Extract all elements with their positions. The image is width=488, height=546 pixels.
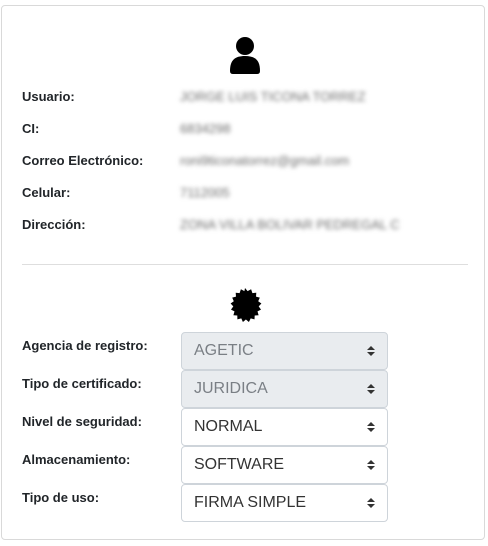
- user-field-usuario: Usuario: JORGE LUIS TICONA TORREZ: [22, 86, 366, 106]
- almacenamiento-select[interactable]: SOFTWARE: [181, 446, 388, 484]
- user-field-value: 7112005: [180, 184, 230, 200]
- nivel-seguridad-select[interactable]: NORMAL: [181, 408, 388, 446]
- select-value: AGETIC: [194, 342, 254, 359]
- user-certificate-card: Usuario: JORGE LUIS TICONA TORREZ CI: 68…: [1, 5, 485, 540]
- select-arrows-icon: [367, 384, 375, 394]
- certificate-icon-container: [2, 287, 488, 323]
- user-field-email: Correo Electrónico: roni9ticonatorrez@gm…: [22, 150, 349, 170]
- user-field-label: CI:: [22, 120, 40, 136]
- form-label: Tipo de uso:: [22, 490, 100, 505]
- form-label: Tipo de certificado:: [22, 376, 142, 391]
- form-label: Agencia de registro:: [22, 338, 148, 353]
- user-field-value: JORGE LUIS TICONA TORREZ: [180, 88, 366, 104]
- user-field-label: Dirección:: [22, 216, 86, 232]
- user-field-direccion: Dirección: ZONA VILLA BOLIVAR PEDREGAL C: [22, 214, 400, 234]
- user-field-label: Celular:: [22, 184, 71, 200]
- select-value: JURIDICA: [194, 380, 268, 397]
- select-value: NORMAL: [194, 418, 263, 435]
- form-row-tipo-certificado: Tipo de certificado: JURIDICA: [22, 370, 388, 408]
- form-row-almacenamiento: Almacenamiento: SOFTWARE: [22, 446, 388, 484]
- user-icon: [230, 37, 260, 74]
- agencia-select: AGETIC: [181, 332, 388, 370]
- form-label: Almacenamiento:: [22, 452, 131, 467]
- form-label: Nivel de seguridad:: [22, 414, 142, 429]
- select-arrows-icon: [367, 460, 375, 470]
- form-row-nivel-seguridad: Nivel de seguridad: NORMAL: [22, 408, 388, 446]
- user-field-value: roni9ticonatorrez@gmail.com: [180, 152, 350, 168]
- select-arrows-icon: [367, 498, 375, 508]
- select-value: SOFTWARE: [194, 456, 285, 473]
- user-field-value: 6834298: [180, 120, 231, 136]
- user-field-label: Correo Electrónico:: [22, 152, 144, 168]
- form-row-tipo-uso: Tipo de uso: FIRMA SIMPLE: [22, 484, 388, 522]
- section-divider: [22, 264, 468, 265]
- user-field-label: Usuario:: [22, 88, 75, 104]
- select-value: FIRMA SIMPLE: [194, 494, 307, 511]
- certificate-seal-icon: [230, 288, 262, 322]
- user-icon-container: [2, 36, 488, 74]
- user-field-value: ZONA VILLA BOLIVAR PEDREGAL C: [180, 216, 400, 232]
- select-arrows-icon: [367, 346, 375, 356]
- form-row-agencia: Agencia de registro: AGETIC: [22, 332, 388, 370]
- select-arrows-icon: [367, 422, 375, 432]
- tipo-uso-select[interactable]: FIRMA SIMPLE: [181, 484, 388, 522]
- tipo-certificado-select: JURIDICA: [181, 370, 388, 408]
- user-field-ci: CI: 6834298: [22, 118, 231, 138]
- user-field-celular: Celular: 7112005: [22, 182, 230, 202]
